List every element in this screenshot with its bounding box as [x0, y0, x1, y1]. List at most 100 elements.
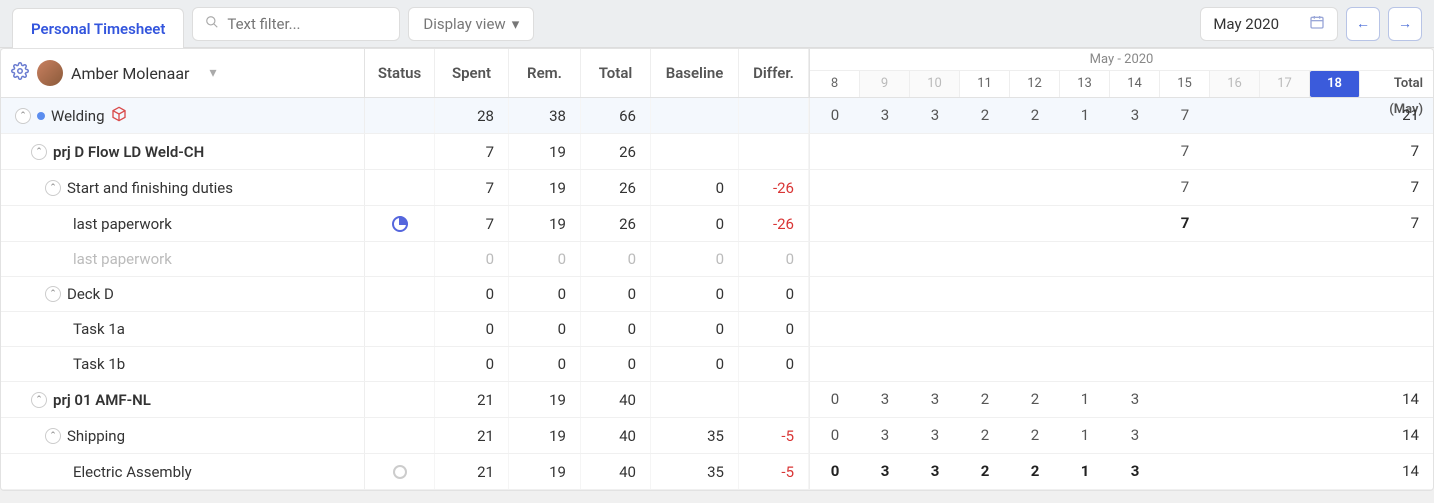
cell-total[interactable]: 0: [581, 277, 651, 311]
day-cell[interactable]: 3: [910, 454, 960, 489]
day-cell[interactable]: [1210, 242, 1260, 276]
cell-spent[interactable]: 7: [435, 170, 509, 205]
text-filter-wrap[interactable]: [192, 7, 400, 41]
display-view-select[interactable]: Display view ▾: [408, 7, 534, 41]
day-cell[interactable]: [1310, 277, 1360, 311]
cell-rem[interactable]: 19: [509, 134, 581, 169]
day-cell[interactable]: [1060, 242, 1110, 276]
cell-spent[interactable]: 7: [435, 134, 509, 169]
day-cell[interactable]: [1310, 170, 1360, 205]
day-cell[interactable]: [1060, 134, 1110, 169]
cell-diff[interactable]: -5: [739, 418, 809, 453]
day-cell[interactable]: [1260, 242, 1310, 276]
cell-total[interactable]: 40: [581, 418, 651, 453]
day-cell[interactable]: 2: [960, 454, 1010, 489]
day-header-15[interactable]: 15: [1160, 71, 1210, 97]
prev-period-button[interactable]: ←: [1346, 7, 1380, 41]
day-cell[interactable]: 1: [1060, 98, 1110, 133]
day-header-16[interactable]: 16: [1210, 71, 1260, 97]
cell-spent[interactable]: 21: [435, 454, 509, 489]
row-name-cell[interactable]: Electric Assembly: [1, 454, 365, 489]
day-cell[interactable]: [1260, 134, 1310, 169]
cell-base[interactable]: [651, 98, 739, 133]
day-cell[interactable]: [910, 277, 960, 311]
cell-base[interactable]: [651, 134, 739, 169]
row-name-cell[interactable]: last paperwork: [1, 242, 365, 276]
day-cell[interactable]: [1160, 418, 1210, 453]
day-cell[interactable]: 7: [1160, 206, 1210, 241]
cell-base[interactable]: 0: [651, 312, 739, 346]
row-name-cell[interactable]: Task 1a: [1, 312, 365, 346]
expand-icon[interactable]: ⌃: [45, 286, 61, 302]
day-cell[interactable]: [1210, 98, 1260, 133]
day-cell[interactable]: [910, 242, 960, 276]
cell-base[interactable]: 0: [651, 242, 739, 276]
day-cell[interactable]: 3: [1110, 98, 1160, 133]
day-cell[interactable]: [1210, 206, 1260, 241]
cell-diff[interactable]: [739, 382, 809, 417]
day-cell[interactable]: 0: [810, 454, 860, 489]
day-cell[interactable]: [810, 347, 860, 381]
day-cell[interactable]: 3: [860, 382, 910, 417]
day-cell[interactable]: [1160, 454, 1210, 489]
day-cell[interactable]: 2: [960, 382, 1010, 417]
month-picker[interactable]: May 2020: [1200, 7, 1338, 41]
day-cell[interactable]: [810, 242, 860, 276]
day-header-12[interactable]: 12: [1010, 71, 1060, 97]
cell-rem[interactable]: 19: [509, 454, 581, 489]
day-cell[interactable]: [860, 347, 910, 381]
day-header-10[interactable]: 10: [910, 71, 960, 97]
day-cell[interactable]: [1060, 312, 1110, 346]
day-cell[interactable]: [1210, 454, 1260, 489]
row-name-cell[interactable]: Task 1b: [1, 347, 365, 381]
row-name-cell[interactable]: ⌃prj D Flow LD Weld-CH: [1, 134, 365, 169]
day-cell[interactable]: 3: [910, 98, 960, 133]
cell-total[interactable]: 40: [581, 382, 651, 417]
day-cell[interactable]: [860, 206, 910, 241]
day-cell[interactable]: 3: [860, 98, 910, 133]
cell-diff[interactable]: 0: [739, 242, 809, 276]
day-cell[interactable]: [1010, 312, 1060, 346]
day-cell[interactable]: 7: [1160, 170, 1210, 205]
day-cell[interactable]: [960, 206, 1010, 241]
cell-total[interactable]: 40: [581, 454, 651, 489]
day-cell[interactable]: [1210, 418, 1260, 453]
day-cell[interactable]: [1060, 347, 1110, 381]
day-cell[interactable]: 2: [960, 418, 1010, 453]
cell-total[interactable]: 26: [581, 134, 651, 169]
day-cell[interactable]: [1310, 418, 1360, 453]
day-cell[interactable]: [1310, 347, 1360, 381]
day-cell[interactable]: [960, 347, 1010, 381]
row-name-cell[interactable]: ⌃Shipping: [1, 418, 365, 453]
expand-icon[interactable]: ⌃: [31, 392, 47, 408]
cell-diff[interactable]: 0: [739, 347, 809, 381]
cell-total[interactable]: 0: [581, 312, 651, 346]
gear-icon[interactable]: [11, 62, 29, 84]
day-cell[interactable]: [860, 242, 910, 276]
cell-diff[interactable]: -26: [739, 170, 809, 205]
day-cell[interactable]: 7: [1160, 98, 1210, 133]
day-cell[interactable]: [1260, 347, 1310, 381]
tab-personal-timesheet[interactable]: Personal Timesheet: [12, 8, 184, 48]
cell-spent[interactable]: 0: [435, 347, 509, 381]
cell-base[interactable]: 35: [651, 454, 739, 489]
cell-spent[interactable]: 0: [435, 312, 509, 346]
cell-spent[interactable]: 7: [435, 206, 509, 241]
cell-rem[interactable]: 0: [509, 277, 581, 311]
day-cell[interactable]: [910, 134, 960, 169]
cell-spent[interactable]: 28: [435, 98, 509, 133]
day-cell[interactable]: [910, 170, 960, 205]
cell-rem[interactable]: 38: [509, 98, 581, 133]
day-cell[interactable]: 3: [860, 454, 910, 489]
cell-diff[interactable]: -5: [739, 454, 809, 489]
row-name-cell[interactable]: last paperwork: [1, 206, 365, 241]
day-header-14[interactable]: 14: [1110, 71, 1160, 97]
cell-diff[interactable]: 0: [739, 277, 809, 311]
day-cell[interactable]: [1110, 242, 1160, 276]
day-cell[interactable]: [1110, 277, 1160, 311]
day-cell[interactable]: [1210, 277, 1260, 311]
day-cell[interactable]: [1110, 347, 1160, 381]
day-cell[interactable]: 3: [910, 418, 960, 453]
day-cell[interactable]: [810, 170, 860, 205]
day-cell[interactable]: [1210, 347, 1260, 381]
